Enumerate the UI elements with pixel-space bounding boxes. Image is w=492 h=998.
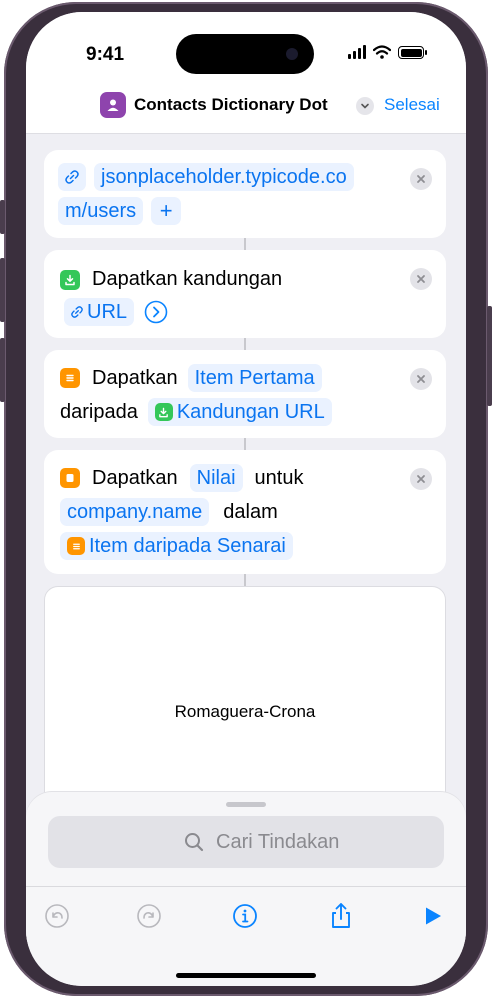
action-connector (244, 574, 246, 586)
remove-action-button[interactable] (410, 368, 432, 390)
action-sheet: Cari Tindakan (26, 792, 466, 986)
home-indicator (176, 973, 316, 978)
dynamic-island (176, 34, 314, 74)
download-icon (60, 269, 80, 290)
person-crop-icon[interactable] (100, 92, 126, 118)
value-token[interactable]: Nilai (189, 464, 243, 492)
share-icon[interactable] (326, 901, 356, 931)
link-icon (71, 306, 83, 318)
cellular-signal-icon (348, 45, 366, 59)
info-icon[interactable] (230, 901, 260, 931)
get-value-label: Dapatkan (92, 466, 178, 489)
get-contents-action-card[interactable]: Dapatkan kandungan URL (44, 250, 446, 338)
item-from-list-token[interactable]: Item daripada Senarai (60, 532, 293, 560)
item-specifier-token[interactable]: Item Pertama (187, 364, 322, 392)
list-icon (67, 537, 85, 555)
screen: 9:41 Contacts Dictionary Dot Selesai jso… (26, 12, 466, 986)
url-contents-label: Kandungan URL (176, 400, 325, 423)
get-item-label: Dapatkan (92, 366, 178, 389)
sheet-grabber[interactable] (226, 802, 266, 807)
action-connector (244, 238, 246, 250)
url-contents-token[interactable]: Kandungan URL (147, 398, 332, 426)
action-connector (244, 338, 246, 350)
side-button-left-1 (0, 200, 5, 234)
list-icon (60, 368, 80, 388)
url-text-line-1[interactable]: jsonplaceholder.typicode.co (94, 163, 354, 191)
get-contents-label: Dapatkan kandungan (92, 268, 283, 290)
chevron-down-icon[interactable] (356, 97, 374, 115)
remove-action-button[interactable] (410, 268, 432, 290)
search-placeholder: Cari Tindakan (216, 831, 340, 853)
result-text: Romaguera-Crona (174, 702, 316, 721)
camera-icon (286, 48, 298, 60)
side-button-right (487, 306, 492, 406)
url-text-line-2[interactable]: m/users (58, 197, 144, 225)
status-icons (348, 45, 427, 59)
xmark-circle-icon (417, 475, 425, 483)
download-icon (154, 403, 173, 421)
done-button[interactable]: Selesai (384, 95, 440, 115)
xmark-circle-icon (417, 275, 425, 283)
battery-icon (398, 46, 427, 59)
xmark-circle-icon (417, 375, 425, 383)
search-icon (185, 833, 204, 852)
remove-action-button[interactable] (410, 468, 432, 490)
undo-icon[interactable] (42, 901, 72, 931)
status-time: 9:41 (86, 44, 125, 65)
dictionary-icon (60, 468, 80, 488)
url-variable-label: URL (87, 300, 128, 323)
side-button-left-2 (0, 258, 5, 322)
xmark-circle-icon (417, 175, 425, 183)
play-icon[interactable] (418, 901, 448, 931)
item-from-list-label: Item daripada Senarai (89, 534, 286, 557)
chevron-right-circle-icon[interactable] (144, 300, 168, 324)
key-token[interactable]: company.name (60, 498, 210, 526)
url-action-card[interactable]: jsonplaceholder.typicode.co m/users + (44, 150, 446, 238)
add-variable-button[interactable]: + (151, 197, 182, 225)
side-button-left-3 (0, 338, 5, 402)
editor-toolbar (26, 886, 466, 946)
remove-action-button[interactable] (410, 168, 432, 190)
wifi-icon (373, 45, 391, 59)
get-item-action-card[interactable]: Dapatkan Item Pertama daripada Kandungan… (44, 350, 446, 438)
shortcut-title[interactable]: Contacts Dictionary Dot (134, 95, 328, 115)
action-connector (244, 438, 246, 450)
from-label: daripada (60, 400, 138, 423)
redo-icon[interactable] (134, 901, 164, 931)
search-field[interactable]: Cari Tindakan (48, 816, 444, 868)
url-variable-token[interactable]: URL (64, 298, 135, 326)
for-label: untuk (254, 466, 304, 489)
nav-bar: Contacts Dictionary Dot Selesai (26, 76, 466, 134)
status-bar: 9:41 (26, 12, 466, 76)
in-label: dalam (223, 500, 278, 523)
get-value-action-card[interactable]: Dapatkan Nilai untuk company.name dalam … (44, 450, 446, 574)
link-icon (58, 163, 86, 191)
